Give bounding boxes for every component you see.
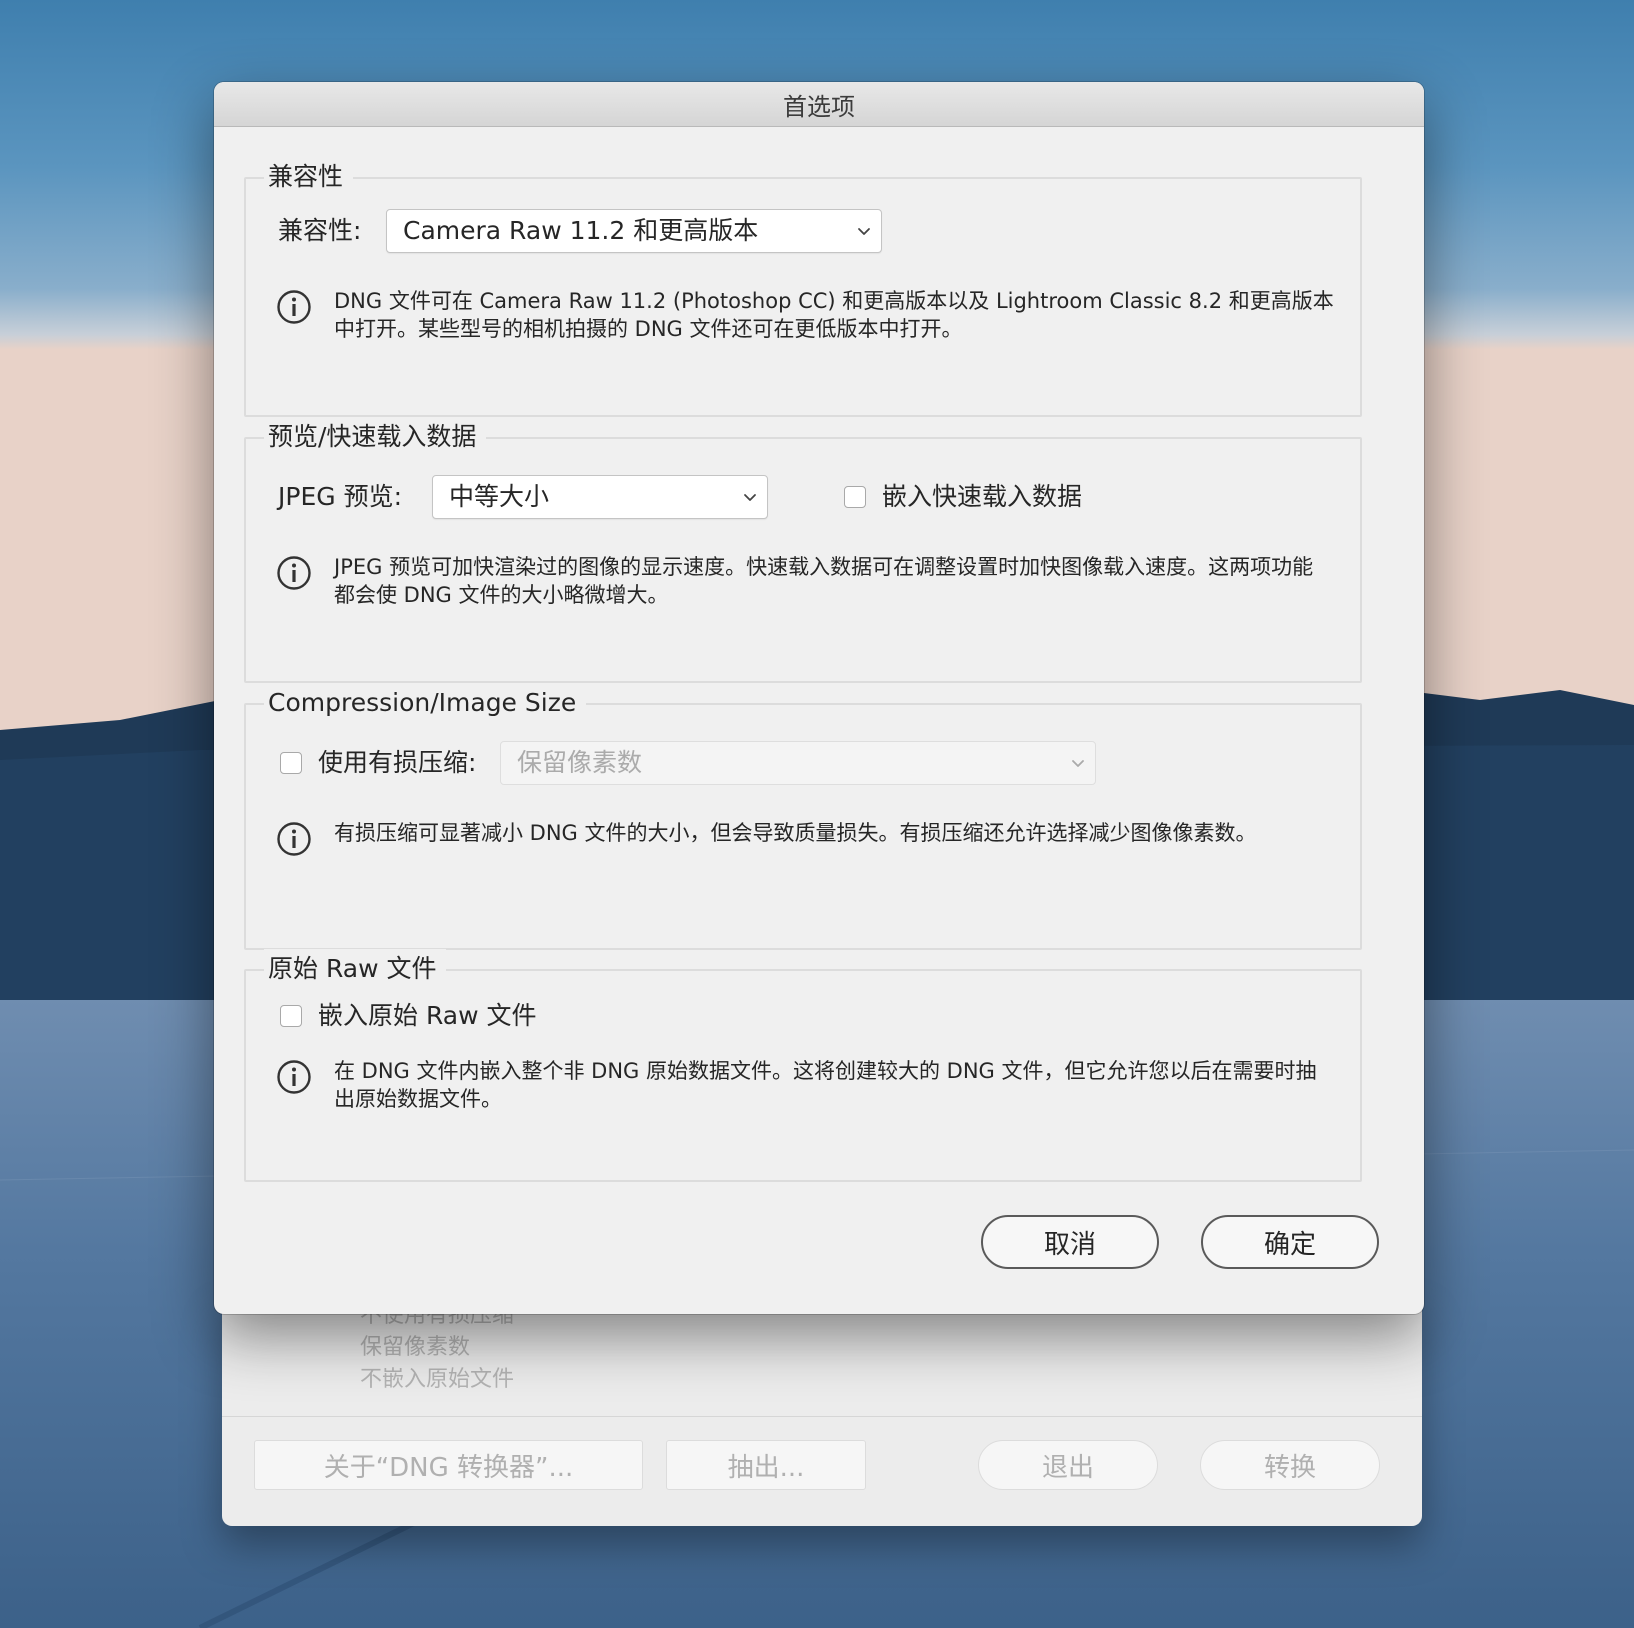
divider xyxy=(222,1416,1422,1417)
preview-group-title: 预览/快速载入数据 xyxy=(264,417,487,457)
ok-button[interactable]: 确定 xyxy=(1201,1215,1379,1269)
settings-summary: 不使用有损压缩 保留像素数 不嵌入原始文件 xyxy=(360,1300,514,1396)
embed-raw-label: 嵌入原始 Raw 文件 xyxy=(318,1001,537,1030)
original-raw-group: 原始 Raw 文件 嵌入原始 Raw 文件 在 DNG 文件内嵌入整个非 DNG… xyxy=(244,949,1362,1182)
summary-line-raw: 不嵌入原始文件 xyxy=(360,1367,515,1392)
chevron-down-icon xyxy=(858,228,870,235)
compatibility-group-title: 兼容性 xyxy=(264,157,354,197)
original-raw-group-title: 原始 Raw 文件 xyxy=(264,949,447,989)
chevron-down-icon xyxy=(1072,760,1084,767)
info-icon xyxy=(277,822,311,856)
image-size-select-value: 保留像素数 xyxy=(517,748,643,777)
compatibility-select-value: Camera Raw 11.2 和更高版本 xyxy=(403,216,759,245)
cancel-button[interactable]: 取消 xyxy=(981,1215,1159,1269)
lossy-compression-label: 使用有损压缩: xyxy=(318,748,477,777)
jpeg-preview-select-value: 中等大小 xyxy=(449,482,550,511)
compatibility-label: 兼容性: xyxy=(278,216,362,245)
info-icon xyxy=(277,1060,311,1094)
chevron-down-icon xyxy=(744,494,756,501)
extract-button[interactable]: 抽出... xyxy=(666,1440,866,1490)
fast-load-checkbox[interactable] xyxy=(844,486,866,508)
dialog-title: 首选项 xyxy=(783,92,855,121)
compression-info-text: 有损压缩可显著减小 DNG 文件的大小，但会导致质量损失。有损压缩还允许选择减少… xyxy=(334,821,1257,845)
quit-button[interactable]: 退出 xyxy=(978,1440,1158,1490)
image-size-select[interactable]: 保留像素数 xyxy=(500,741,1096,785)
fast-load-label: 嵌入快速载入数据 xyxy=(882,482,1083,511)
dng-converter-window: 不使用有损压缩 保留像素数 不嵌入原始文件 关于“DNG 转换器”... 抽出.… xyxy=(222,1300,1422,1526)
compatibility-info-text: DNG 文件可在 Camera Raw 11.2 (Photoshop CC) … xyxy=(334,289,1334,341)
convert-button[interactable]: 转换 xyxy=(1200,1440,1380,1490)
title-bar: 首选项 xyxy=(214,82,1424,127)
embed-raw-checkbox[interactable] xyxy=(280,1005,302,1027)
summary-line-pixels: 保留像素数 xyxy=(360,1335,471,1360)
compatibility-group: 兼容性 兼容性: Camera Raw 11.2 和更高版本 DNG 文件可在 … xyxy=(244,157,1362,417)
compatibility-select[interactable]: Camera Raw 11.2 和更高版本 xyxy=(386,209,882,253)
about-button[interactable]: 关于“DNG 转换器”... xyxy=(254,1440,643,1490)
jpeg-preview-label: JPEG 预览: xyxy=(278,482,402,511)
info-icon xyxy=(277,556,311,590)
compression-group: Compression/Image Size 使用有损压缩: 保留像素数 有损压… xyxy=(244,683,1362,950)
lossy-compression-checkbox[interactable] xyxy=(280,752,302,774)
preview-info-text: JPEG 预览可加快渲染过的图像的显示速度。快速载入数据可在调整设置时加快图像载… xyxy=(334,555,1314,607)
preferences-dialog: 首选项 兼容性 兼容性: Camera Raw 11.2 和更高版本 DNG 文… xyxy=(214,82,1424,1314)
preview-group: 预览/快速载入数据 JPEG 预览: 中等大小 嵌入快速载入数据 JPEG 预览… xyxy=(244,417,1362,683)
raw-info-text: 在 DNG 文件内嵌入整个非 DNG 原始数据文件。这将创建较大的 DNG 文件… xyxy=(334,1059,1317,1111)
jpeg-preview-select[interactable]: 中等大小 xyxy=(432,475,768,519)
compression-group-title: Compression/Image Size xyxy=(264,683,587,723)
info-icon xyxy=(277,290,311,324)
